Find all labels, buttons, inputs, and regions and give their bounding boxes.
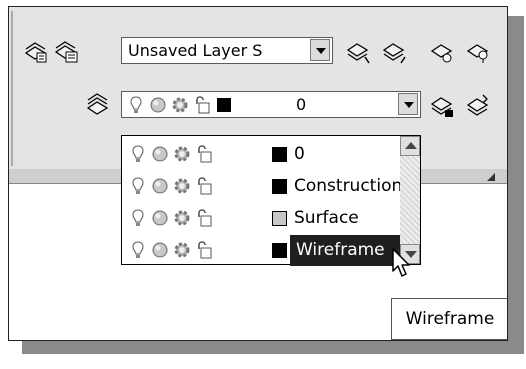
list-item[interactable]: Construction bbox=[122, 171, 403, 202]
layer-freeze-icon[interactable] bbox=[465, 93, 491, 119]
gear-icon[interactable] bbox=[172, 176, 192, 196]
current-layer-combo[interactable]: 0 bbox=[121, 91, 421, 118]
lightbulb-icon[interactable] bbox=[128, 176, 148, 196]
padlock-icon[interactable] bbox=[192, 95, 212, 115]
lightbulb-icon[interactable] bbox=[128, 240, 148, 260]
layer-name: Surface bbox=[294, 208, 359, 228]
padlock-icon[interactable] bbox=[194, 176, 214, 196]
layer-previous-icon[interactable] bbox=[345, 39, 371, 65]
layer-isolate-icon[interactable] bbox=[429, 39, 455, 65]
layer-state-value: Unsaved Layer S bbox=[128, 41, 263, 60]
gear-icon[interactable] bbox=[172, 144, 192, 164]
sun-freeze-icon[interactable] bbox=[150, 240, 170, 260]
panel-expand-icon[interactable] bbox=[487, 173, 495, 181]
layer-color-swatch[interactable] bbox=[214, 95, 234, 115]
sun-freeze-icon[interactable] bbox=[150, 208, 170, 228]
sun-freeze-icon[interactable] bbox=[148, 95, 168, 115]
autocad-window: Unsaved Layer S 0 0 Construction Surface… bbox=[8, 6, 508, 341]
gear-icon[interactable] bbox=[172, 208, 192, 228]
layer-color-swatch[interactable] bbox=[272, 243, 287, 258]
layer-name: Wireframe bbox=[296, 240, 385, 260]
scroll-up-icon[interactable] bbox=[400, 136, 420, 156]
layer-color-swatch[interactable] bbox=[272, 179, 287, 194]
layer-dropdown-list[interactable]: 0 Construction Surface Wireframe bbox=[121, 135, 421, 266]
lightbulb-icon[interactable] bbox=[128, 144, 148, 164]
list-item[interactable]: 0 bbox=[122, 139, 400, 170]
dropdown-scrollbar[interactable] bbox=[400, 136, 420, 264]
layer-tooltip: Wireframe bbox=[391, 298, 507, 340]
layer-walk-icon[interactable] bbox=[85, 93, 111, 119]
layer-color-swatch[interactable] bbox=[272, 211, 287, 226]
layer-next-icon[interactable] bbox=[381, 39, 407, 65]
layer-states-icon[interactable] bbox=[53, 39, 79, 65]
layer-state-combo[interactable]: Unsaved Layer S bbox=[121, 37, 333, 64]
sun-freeze-icon[interactable] bbox=[150, 176, 170, 196]
chevron-down-icon[interactable] bbox=[310, 39, 330, 61]
layer-name: 0 bbox=[294, 144, 305, 164]
sun-freeze-icon[interactable] bbox=[150, 144, 170, 164]
lightbulb-icon[interactable] bbox=[126, 95, 146, 115]
mouse-pointer-icon bbox=[391, 247, 415, 281]
gear-icon[interactable] bbox=[172, 240, 192, 260]
layer-match-icon[interactable] bbox=[429, 93, 455, 119]
layer-properties-icon[interactable] bbox=[23, 39, 49, 65]
list-item[interactable]: Surface bbox=[122, 203, 400, 234]
chevron-down-icon[interactable] bbox=[398, 93, 418, 115]
panel-separator bbox=[11, 11, 13, 166]
layer-color-swatch[interactable] bbox=[272, 147, 287, 162]
list-item[interactable]: Wireframe bbox=[122, 235, 400, 266]
padlock-icon[interactable] bbox=[194, 240, 214, 260]
padlock-icon[interactable] bbox=[194, 144, 214, 164]
layer-unisolate-icon[interactable] bbox=[465, 39, 491, 65]
layer-name: Construction bbox=[294, 176, 403, 196]
lightbulb-icon[interactable] bbox=[128, 208, 148, 228]
gear-icon[interactable] bbox=[170, 95, 190, 115]
current-layer-value: 0 bbox=[296, 95, 307, 114]
padlock-icon[interactable] bbox=[194, 208, 214, 228]
